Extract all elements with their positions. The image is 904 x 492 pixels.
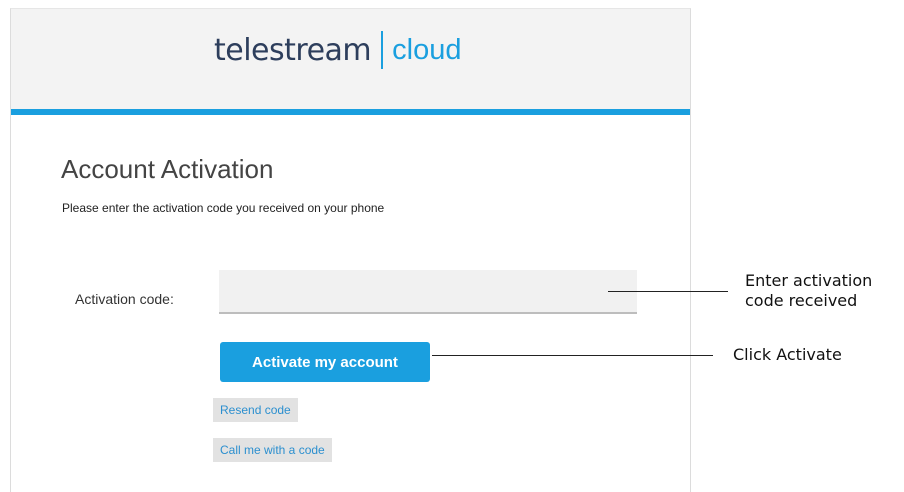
callout-enter-line2: code received <box>745 291 858 310</box>
resend-code-button[interactable]: Resend code <box>213 398 298 422</box>
activation-code-input[interactable] <box>219 270 637 314</box>
page-title: Account Activation <box>61 154 274 184</box>
callout-line-enter-code <box>608 291 728 292</box>
activation-code-label: Activation code: <box>75 291 174 307</box>
page-subtitle: Please enter the activation code you rec… <box>62 201 385 215</box>
call-me-button[interactable]: Call me with a code <box>213 438 332 462</box>
logo-product: cloud <box>392 33 462 66</box>
callout-enter-code: Enter activation code received <box>745 271 904 311</box>
callout-click-activate: Click Activate <box>733 345 842 364</box>
header-bar: telestream cloud <box>11 9 690 109</box>
telestream-cloud-logo: telestream cloud <box>214 27 461 73</box>
logo-divider <box>381 31 384 69</box>
callout-line-activate <box>432 355 713 356</box>
header-accent-rule <box>11 109 690 115</box>
activation-panel: telestream cloud Account Activation Plea… <box>10 8 691 492</box>
callout-enter-line1: Enter activation <box>745 271 873 290</box>
activate-account-button[interactable]: Activate my account <box>220 342 430 382</box>
logo-word: telestream <box>214 32 372 68</box>
